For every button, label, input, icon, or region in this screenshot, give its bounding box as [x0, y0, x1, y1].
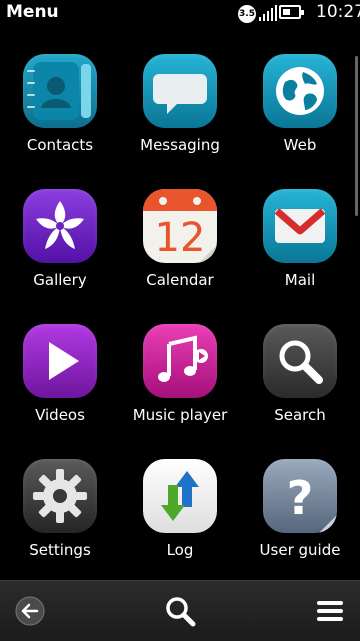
app-gallery[interactable]: Gallery: [0, 171, 120, 306]
calendar-icon: 12: [143, 189, 217, 263]
contacts-icon: [23, 54, 97, 128]
status-bar: Menu 3.5 10:27: [0, 0, 360, 26]
search-icon: [263, 324, 337, 398]
app-label: Settings: [29, 541, 91, 559]
calendar-date: 12: [155, 215, 206, 261]
app-contacts[interactable]: Contacts: [0, 36, 120, 171]
mail-icon: [263, 189, 337, 263]
app-music-player[interactable]: Music player: [120, 306, 240, 441]
battery-fill: [283, 9, 291, 15]
app-label: Log: [166, 541, 194, 559]
clock: 10:27: [316, 2, 360, 22]
app-mail[interactable]: Mail: [240, 171, 360, 306]
battery-icon: [279, 5, 304, 19]
scrollbar[interactable]: [355, 56, 358, 216]
user-guide-icon: ?: [263, 459, 337, 533]
app-label: Web: [283, 136, 317, 154]
web-icon: [263, 54, 337, 128]
app-label: Calendar: [146, 271, 214, 289]
app-label: Contacts: [26, 136, 94, 154]
app-label: Search: [274, 406, 326, 424]
app-user-guide[interactable]: ? User guide: [240, 441, 360, 576]
svg-text:?: ?: [287, 471, 314, 525]
app-label: Mail: [284, 271, 316, 289]
bottom-toolbar: [0, 580, 360, 641]
app-grid: Contacts Messaging Web Gallery 12 Calend…: [0, 36, 360, 576]
status-title: Menu: [6, 2, 59, 22]
app-settings[interactable]: Settings: [0, 441, 120, 576]
signal-strength-icon: [259, 5, 277, 21]
videos-icon: [23, 324, 97, 398]
search-icon[interactable]: [164, 595, 196, 627]
gallery-icon: [23, 189, 97, 263]
menu-icon[interactable]: [314, 595, 346, 627]
log-icon: [143, 459, 217, 533]
settings-icon: [23, 459, 97, 533]
app-label: Videos: [35, 406, 85, 424]
back-arrow-icon[interactable]: [14, 595, 46, 627]
messaging-icon: [143, 54, 217, 128]
app-label: Music player: [132, 406, 228, 424]
app-label: Messaging: [140, 136, 220, 154]
app-label: Gallery: [33, 271, 87, 289]
app-label: User guide: [259, 541, 341, 559]
app-calendar[interactable]: 12 Calendar: [120, 171, 240, 306]
network-badge: 3.5: [238, 5, 256, 23]
app-messaging[interactable]: Messaging: [120, 36, 240, 171]
music-icon: [143, 324, 217, 398]
app-log[interactable]: Log: [120, 441, 240, 576]
app-search[interactable]: Search: [240, 306, 360, 441]
app-web[interactable]: Web: [240, 36, 360, 171]
app-videos[interactable]: Videos: [0, 306, 120, 441]
